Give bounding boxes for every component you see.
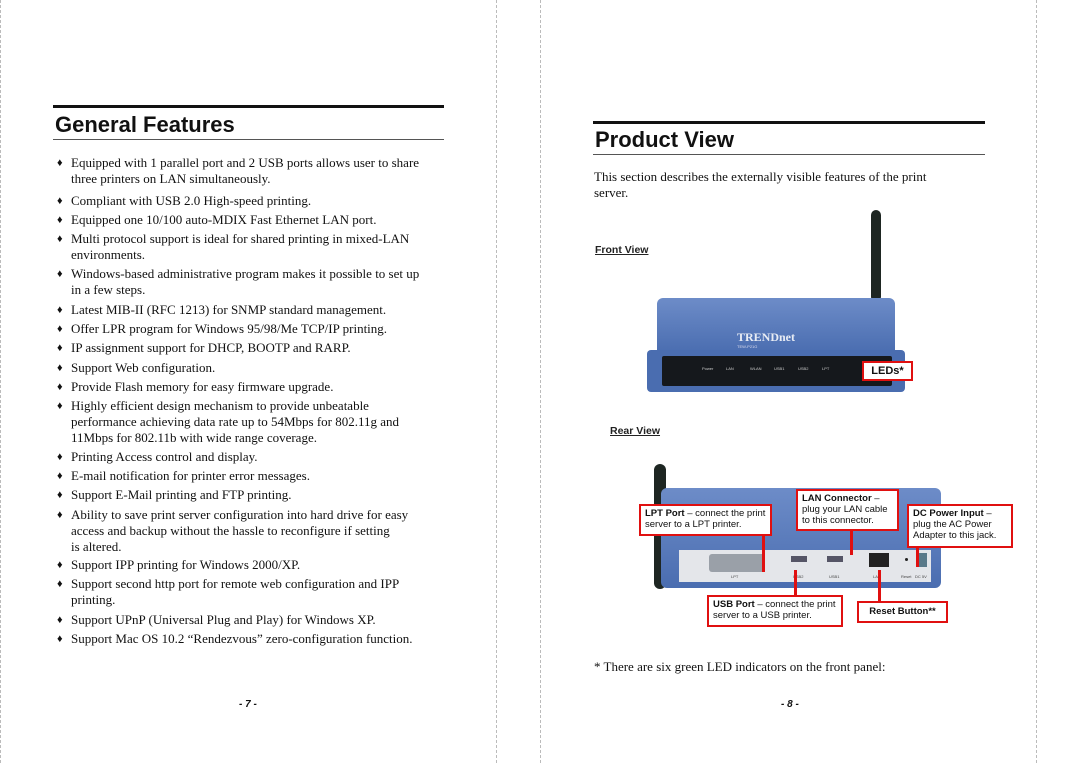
title-rule-top	[53, 105, 444, 108]
page-7: General Features ♦ Equipped with 1 parall…	[0, 0, 497, 763]
led-label: USB2	[798, 366, 809, 371]
bullet-icon: ♦	[57, 323, 63, 335]
feature-text: environments.	[71, 247, 146, 262]
feature-text: printing.	[71, 592, 116, 607]
bullet-icon: ♦	[57, 304, 63, 316]
feature-text: Provide Flash memory for easy firmware u…	[71, 379, 334, 394]
title-rule-bottom	[593, 154, 985, 155]
feature-text: three printers on LAN simultaneously.	[71, 171, 271, 186]
usb1-port	[827, 556, 843, 562]
reset-callout: Reset Button**	[857, 601, 948, 623]
feature-text: Highly efficient design mechanism to pro…	[71, 398, 369, 413]
feature-text: Printing Access control and display.	[71, 449, 258, 464]
feature-text: access and backup without the hassle to …	[71, 523, 390, 538]
feature-text: Equipped one 10/100 auto-MDIX Fast Ether…	[71, 212, 377, 227]
bullet-icon: ♦	[57, 633, 63, 645]
feature-text: Latest MIB-II (RFC 1213) for SNMP standa…	[71, 302, 387, 317]
front-view-image: TRENDnet TEW-P21G Power LAN WLAN USB1 USB2 LP…	[647, 298, 905, 398]
feature-text: Support IPP printing for Windows 2000/XP…	[71, 557, 301, 572]
feature-text: E-mail notification for printer error me…	[71, 468, 310, 483]
feature-text: Support Mac OS 10.2 “Rendezvous” zero-co…	[71, 631, 413, 646]
bullet-icon: ♦	[57, 470, 63, 482]
bullet-icon: ♦	[57, 509, 63, 521]
bullet-icon: ♦	[57, 214, 63, 226]
led-panel: Power LAN WLAN USB1 USB2 LPT	[662, 356, 892, 386]
lan-port	[869, 553, 889, 567]
bullet-icon: ♦	[57, 614, 63, 626]
lan-callout: LAN Connector – plug your LAN cable to t…	[796, 489, 899, 531]
footnote: * There are six green LED indicators on …	[594, 659, 886, 674]
callout-title: LAN Connector	[802, 493, 872, 504]
feature-text: Equipped with 1 parallel port and 2 USB …	[71, 155, 420, 170]
feature-text: is altered.	[71, 539, 122, 554]
bullet-icon: ♦	[57, 157, 63, 169]
page-number: - 7 -	[239, 699, 257, 710]
reset-button	[905, 558, 908, 561]
bullet-icon: ♦	[57, 451, 63, 463]
front-view-label: Front View	[595, 244, 649, 256]
intro-text: This section describes the externally vi…	[594, 169, 926, 201]
bullet-icon: ♦	[57, 400, 63, 412]
bullet-icon: ♦	[57, 559, 63, 571]
bullet-icon: ♦	[57, 381, 63, 393]
callout-title: LPT Port	[645, 508, 685, 519]
model-label: TEW-P21G	[737, 344, 758, 349]
page-title: Product View	[595, 127, 734, 152]
feature-text: Support second http port for remote web …	[71, 576, 400, 591]
callout-title: USB Port	[713, 599, 755, 610]
usb2-port	[791, 556, 807, 562]
led-label: USB1	[774, 366, 785, 371]
feature-text: Compliant with USB 2.0 High-speed printi…	[71, 193, 312, 208]
dc-power-callout: DC Power Input – plug the AC Power Adapt…	[907, 504, 1013, 548]
page-title: General Features	[55, 112, 235, 137]
led-label: Power	[702, 366, 714, 371]
callout-title: DC Power Input	[913, 508, 984, 519]
page-8: Product View This section describes the …	[540, 0, 1037, 763]
feature-text: in a few steps.	[71, 282, 146, 297]
rear-view-label: Rear View	[610, 425, 661, 437]
feature-text: Ability to save print server configurati…	[71, 507, 409, 522]
intro-line: server.	[594, 185, 629, 200]
title-rule-top	[593, 121, 985, 124]
led-label: LAN	[726, 366, 734, 371]
bullet-icon: ♦	[57, 578, 63, 590]
lpt-port	[709, 554, 765, 572]
feature-text: Support UPnP (Universal Plug and Play) f…	[71, 612, 376, 627]
lpt-callout: LPT Port – connect the print server to a…	[639, 504, 772, 536]
port-label: USB1	[829, 574, 840, 579]
intro-line: This section describes the externally vi…	[594, 169, 927, 184]
leds-callout: LEDs*	[862, 361, 913, 381]
page-number: - 8 -	[781, 699, 799, 710]
feature-text: 11Mbps for 802.11b with wide range cover…	[71, 430, 317, 445]
port-label: DC 5V	[915, 574, 927, 579]
callout-line	[762, 530, 765, 572]
callout-line	[794, 570, 797, 598]
callout-line	[878, 570, 881, 604]
callout-line	[916, 545, 919, 567]
bullet-icon: ♦	[57, 195, 63, 207]
usb-callout: USB Port – connect the print server to a…	[707, 595, 843, 627]
bullet-icon: ♦	[57, 489, 63, 501]
title-rule-bottom	[53, 139, 444, 140]
feature-text: Multi protocol support is ideal for shar…	[71, 231, 410, 246]
feature-text: performance achieving data rate up to 54…	[71, 414, 400, 429]
feature-text: Windows-based administrative program mak…	[71, 266, 420, 281]
feature-text: Offer LPR program for Windows 95/98/Me T…	[71, 321, 388, 336]
bullet-icon: ♦	[57, 233, 63, 245]
bullet-icon: ♦	[57, 362, 63, 374]
port-label: LPT	[731, 574, 739, 579]
feature-text: Support Web configuration.	[71, 360, 216, 375]
bullet-icon: ♦	[57, 342, 63, 354]
port-panel: LPT USB2 USB1 LAN Reset DC 5V	[679, 550, 931, 582]
bullet-icon: ♦	[57, 268, 63, 280]
antenna	[871, 210, 881, 302]
led-label: LPT	[822, 366, 830, 371]
led-label: WLAN	[750, 366, 762, 371]
brand-logo: TRENDnet	[737, 330, 796, 344]
feature-text: Support E-Mail printing and FTP printing…	[71, 487, 292, 502]
feature-text: IP assignment support for DHCP, BOOTP an…	[71, 340, 351, 355]
port-label: Reset	[901, 574, 912, 579]
